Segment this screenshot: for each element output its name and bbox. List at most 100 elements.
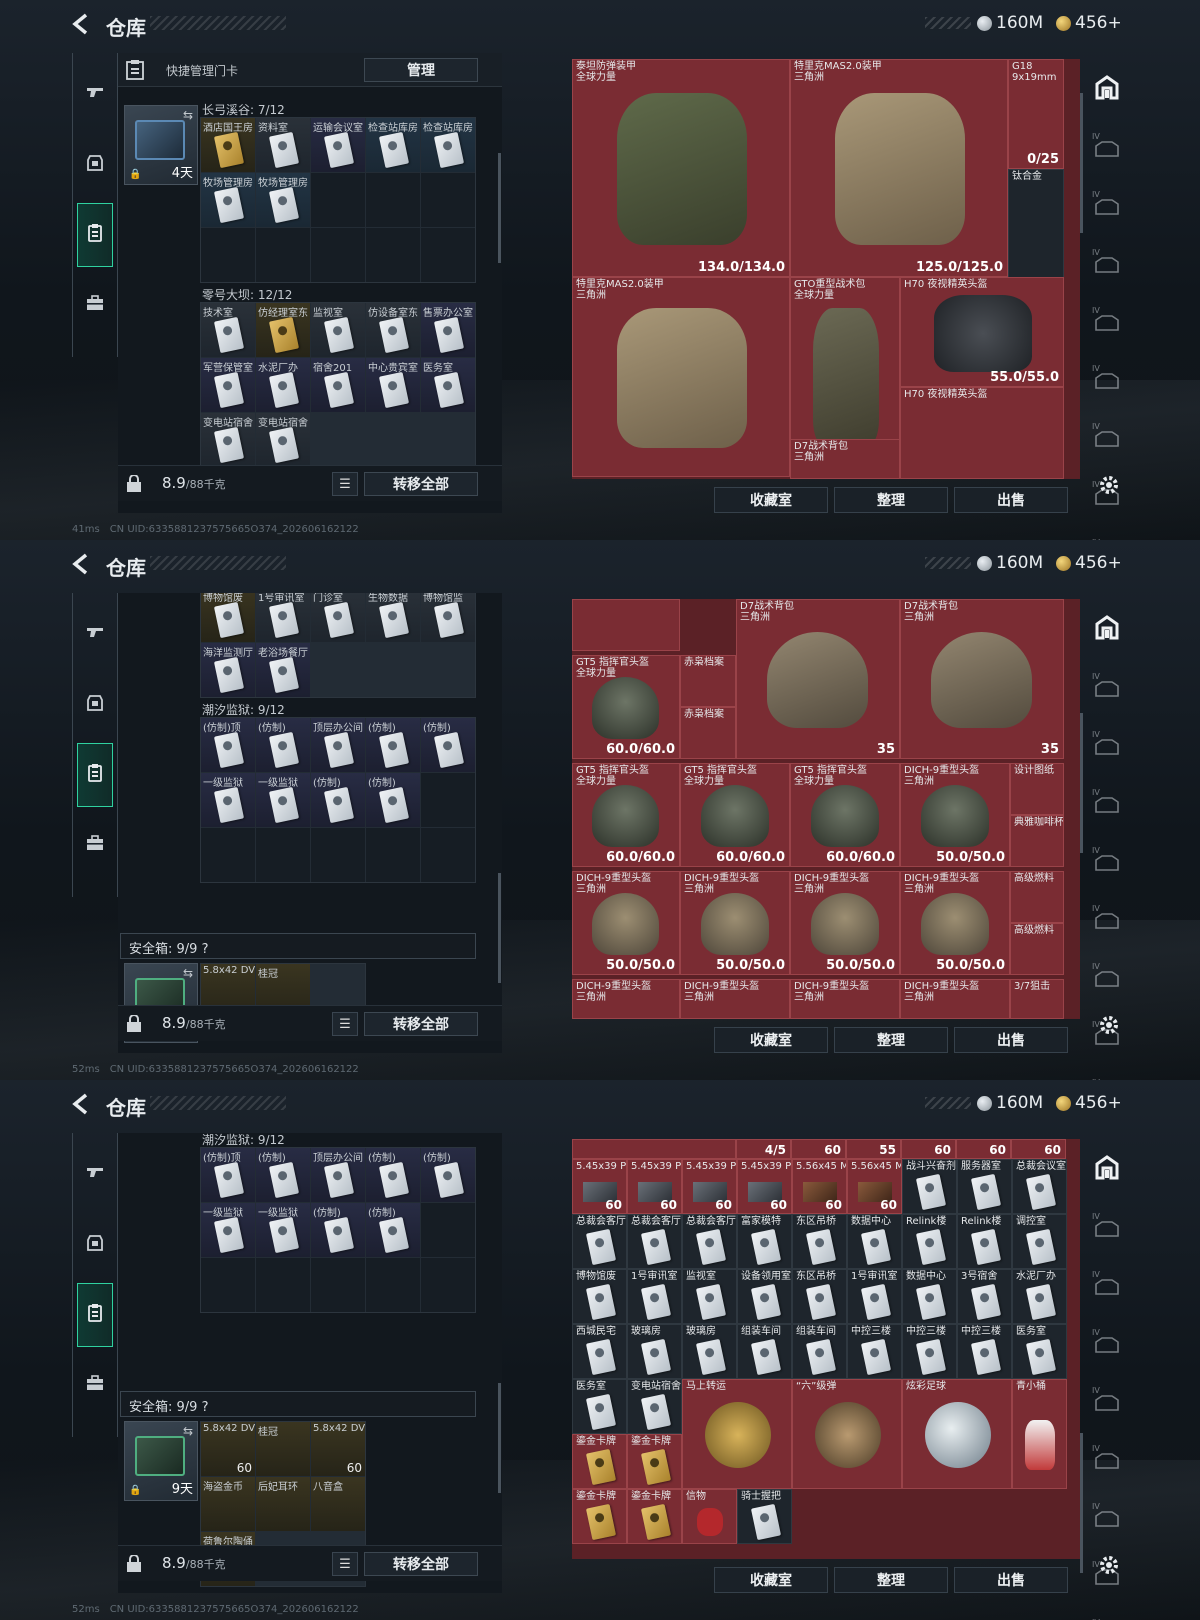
stash-item[interactable]: 5.56x45 M855 60 bbox=[792, 1159, 847, 1214]
stash-item[interactable]: 东区吊桥 bbox=[792, 1269, 847, 1324]
stash-page-icon[interactable]: IV bbox=[1092, 904, 1122, 934]
keycard-slot[interactable]: 1号审讯室 bbox=[256, 593, 310, 642]
sell-button[interactable]: 出售 bbox=[954, 1027, 1068, 1053]
stash-item[interactable]: 中控三楼 bbox=[902, 1324, 957, 1379]
stash-item[interactable]: 60 bbox=[1011, 1139, 1066, 1159]
keycard-slot[interactable]: 一级监狱 bbox=[201, 1203, 255, 1257]
empty-slot[interactable] bbox=[421, 173, 475, 227]
empty-slot[interactable] bbox=[421, 773, 475, 827]
weapon-tab-button[interactable] bbox=[77, 601, 113, 665]
keycard-case-card[interactable]: ⇆ 🔒 4天 bbox=[124, 105, 198, 185]
stash-page-icon[interactable]: IV bbox=[1092, 364, 1122, 394]
stash-page-icon[interactable]: IV bbox=[1092, 306, 1122, 336]
stash-item[interactable]: GT5 指挥官头盔 全球力量 60.0/60.0 bbox=[572, 655, 680, 759]
sell-button[interactable]: 出售 bbox=[954, 1567, 1068, 1593]
stash-home-icon[interactable] bbox=[1092, 612, 1122, 642]
empty-slot[interactable] bbox=[366, 173, 420, 227]
keycard-slot[interactable]: 老浴场餐厅 bbox=[256, 643, 310, 697]
stash-item[interactable]: 中控三楼 bbox=[847, 1324, 902, 1379]
empty-slot[interactable] bbox=[366, 228, 420, 282]
keycard-slot[interactable]: 门诊室 bbox=[311, 593, 365, 642]
left-scrollbar[interactable] bbox=[498, 153, 501, 263]
collection-room-button[interactable]: 收藏室 bbox=[714, 487, 828, 513]
stash-item[interactable]: 5.45x39 PS 60 bbox=[737, 1159, 792, 1214]
left-scrollbar[interactable] bbox=[498, 1383, 501, 1493]
manage-button[interactable]: 管理 bbox=[364, 58, 478, 82]
keycard-slot[interactable]: 一级监狱 bbox=[256, 773, 310, 827]
stash-item[interactable]: 信物 bbox=[682, 1489, 737, 1544]
keycard-slot[interactable]: 变电站宿舍 bbox=[201, 413, 255, 467]
stash-page-icon[interactable]: IV bbox=[1092, 962, 1122, 992]
keycard-slot[interactable]: (仿制) bbox=[366, 1203, 420, 1257]
keycard-slot[interactable]: (仿制) bbox=[311, 773, 365, 827]
stash-item[interactable]: 骑士握把 bbox=[737, 1489, 792, 1544]
stash-item[interactable]: “六”级弹 bbox=[792, 1379, 902, 1489]
stash-item[interactable]: 4/5 bbox=[736, 1139, 791, 1159]
stash-scrollbar[interactable] bbox=[1080, 93, 1083, 233]
keycard-slot[interactable]: (仿制) bbox=[421, 718, 475, 772]
stash-item[interactable]: 赤枭档案 bbox=[680, 655, 736, 707]
keycard-slot[interactable]: (仿制) bbox=[366, 718, 420, 772]
keycard-slot[interactable]: 变电站宿舍 bbox=[256, 413, 310, 467]
stash-page-icon[interactable]: IV bbox=[1092, 846, 1122, 876]
organize-button[interactable]: 整理 bbox=[834, 487, 948, 513]
stash-item[interactable]: 3号宿舍 bbox=[957, 1269, 1012, 1324]
stash-item[interactable]: 组装车间 bbox=[737, 1324, 792, 1379]
empty-slot[interactable] bbox=[311, 228, 365, 282]
empty-slot[interactable] bbox=[366, 828, 420, 882]
stash-item[interactable]: 总裁会客厅 bbox=[627, 1214, 682, 1269]
backpack-tab-button[interactable] bbox=[77, 273, 113, 337]
empty-slot[interactable] bbox=[201, 228, 255, 282]
keycard-slot[interactable]: 技术室 bbox=[201, 303, 255, 357]
stash-page-icon[interactable]: IV bbox=[1092, 672, 1122, 702]
stash-item[interactable]: H70 夜视精英头盔 55.0/55.0 bbox=[900, 277, 1064, 387]
stash-item[interactable]: 玻璃房 bbox=[627, 1324, 682, 1379]
keycard-slot[interactable]: 牧场管理房 bbox=[256, 173, 310, 227]
keycard-slot[interactable]: (仿制) bbox=[256, 718, 310, 772]
stash-item[interactable]: 5.56x45 M855 60 bbox=[847, 1159, 902, 1214]
stash-page-icon[interactable]: IV bbox=[1092, 190, 1122, 220]
stash-item[interactable]: DICH-9重型头盔 三角洲 bbox=[900, 979, 1010, 1019]
keycard-slot[interactable]: 牧场管理房 bbox=[201, 173, 255, 227]
stash-item[interactable]: GT5 指挥官头盔 全球力量 60.0/60.0 bbox=[790, 763, 900, 867]
swap-icon[interactable]: ⇆ bbox=[183, 966, 193, 980]
stash-item[interactable]: 55 bbox=[846, 1139, 901, 1159]
stash-item[interactable]: 总裁会客厅 bbox=[572, 1214, 627, 1269]
stash-item[interactable]: 调控室 bbox=[1012, 1214, 1067, 1269]
stash-item[interactable]: 特里克MAS2.0装甲 三角洲 bbox=[572, 277, 790, 477]
stash-page-icon[interactable]: IV bbox=[1092, 1328, 1122, 1358]
stash-item[interactable]: 赤枭档案 bbox=[680, 707, 736, 759]
keycard-slot[interactable]: (仿制) bbox=[421, 1148, 475, 1202]
keycard-slot[interactable]: 水泥厂办 bbox=[256, 358, 310, 412]
stash-item[interactable]: DICH-9重型头盔 三角洲 50.0/50.0 bbox=[900, 763, 1010, 867]
stash-item[interactable]: DICH-9重型头盔 三角洲 bbox=[680, 979, 790, 1019]
stash-item[interactable]: D7战术背包 三角洲 35 bbox=[900, 599, 1064, 759]
stash-item[interactable]: 玻璃房 bbox=[682, 1324, 737, 1379]
keycard-slot[interactable]: 顶层办公间 bbox=[311, 718, 365, 772]
stash-home-icon[interactable] bbox=[1092, 72, 1122, 102]
stash-item[interactable]: 中控三楼 bbox=[957, 1324, 1012, 1379]
empty-slot[interactable] bbox=[256, 228, 310, 282]
stash-item[interactable]: H70 夜视精英头盔 bbox=[900, 387, 1064, 479]
swap-icon[interactable]: ⇆ bbox=[183, 108, 193, 122]
keycard-slot[interactable]: (仿制) bbox=[256, 1148, 310, 1202]
stash-item[interactable]: 高级燃料 bbox=[1010, 923, 1064, 975]
safe-box-item[interactable]: 5.8x42 DVC88 60 bbox=[311, 1422, 365, 1476]
safe-box-item[interactable]: 桂冠 bbox=[256, 1422, 310, 1476]
keycard-slot[interactable]: (仿制) bbox=[311, 1203, 365, 1257]
stash-item[interactable]: 博物馆废 bbox=[572, 1269, 627, 1324]
back-icon[interactable] bbox=[70, 552, 94, 576]
stash-item[interactable]: Relink楼 bbox=[902, 1214, 957, 1269]
keycard-slot[interactable]: 中心贵宾室 bbox=[366, 358, 420, 412]
stash-page-icon[interactable]: IV bbox=[1092, 1212, 1122, 1242]
organize-button[interactable]: 整理 bbox=[834, 1567, 948, 1593]
stash-item[interactable]: 1号审讯室 bbox=[847, 1269, 902, 1324]
safe-box-item[interactable]: 后妃耳环 bbox=[256, 1477, 310, 1531]
keycard-slot[interactable]: 检查站库房 bbox=[421, 118, 475, 172]
armor-tab-button[interactable] bbox=[77, 1213, 113, 1277]
settings-gear-icon[interactable] bbox=[1098, 474, 1120, 496]
stash-item[interactable]: 监视室 bbox=[682, 1269, 737, 1324]
stash-page-icon[interactable]: IV bbox=[1092, 1502, 1122, 1532]
stash-page-icon[interactable]: IV bbox=[1092, 788, 1122, 818]
keycard-slot[interactable]: 生物数据 bbox=[366, 593, 420, 642]
